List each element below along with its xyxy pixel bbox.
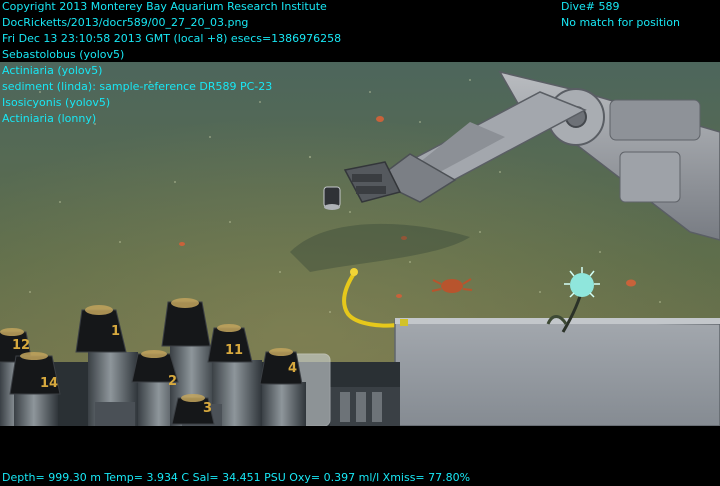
copyright-line: Copyright 2013 Monterey Bay Aquarium Res… xyxy=(2,0,327,13)
tube-label: 11 xyxy=(225,343,243,358)
annotation-line: sediment (linda): sample-reference DR589… xyxy=(2,80,273,93)
video-frame: 1 2 3 4 14 11 12 Copyright 2013 Monterey… xyxy=(0,0,720,486)
timestamp-line: Fri Dec 13 23:10:58 2013 GMT (local +8) … xyxy=(2,32,342,45)
tube-label: 2 xyxy=(168,374,177,389)
rov-tray xyxy=(394,318,720,426)
header-right-overlay: Dive# 589 No match for position xyxy=(561,0,680,31)
filename-line: DocRicketts/2013/docr589/00_27_20_03.png xyxy=(2,16,249,29)
tube-label: 1 xyxy=(111,324,120,339)
annotation-line: Isosicyonis (yolov5) xyxy=(2,96,111,109)
annotation-line: Sebastolobus (yolov5) xyxy=(2,48,125,61)
annotation-line: Actiniaria (yolov5) xyxy=(2,64,103,77)
tube-label: 3 xyxy=(203,401,212,416)
dive-number: Dive# 589 xyxy=(561,0,620,13)
position-status: No match for position xyxy=(561,16,680,29)
annotation-line: Actiniaria (lonny) xyxy=(2,112,97,125)
header-left-overlay: Copyright 2013 Monterey Bay Aquarium Res… xyxy=(2,0,341,127)
tube-label: 14 xyxy=(40,376,58,391)
tube-label: 4 xyxy=(288,361,297,376)
tube-label: 12 xyxy=(12,338,30,353)
sensor-readout: Depth= 999.30 m Temp= 3.934 C Sal= 34.45… xyxy=(2,471,471,484)
